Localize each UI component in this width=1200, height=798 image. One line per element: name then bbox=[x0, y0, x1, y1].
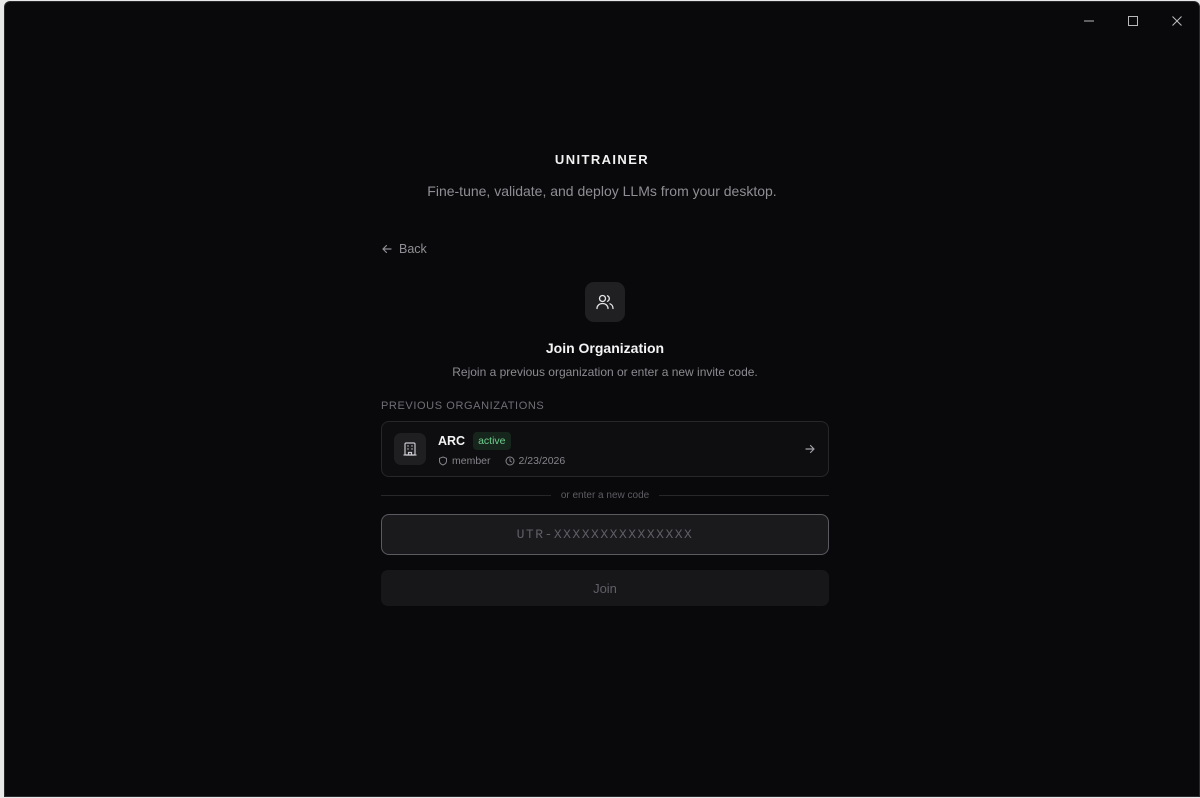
arrow-left-icon bbox=[382, 244, 392, 254]
join-organization-panel: Back Join Organization Rejoin a previous… bbox=[381, 239, 830, 606]
organization-date: 2/23/2026 bbox=[518, 454, 566, 467]
minimize-button[interactable] bbox=[1067, 2, 1111, 40]
page-title: Join Organization bbox=[545, 340, 665, 356]
app-window: UNITRAINER Fine-tune, validate, and depl… bbox=[4, 1, 1200, 797]
building-icon bbox=[394, 433, 426, 465]
close-icon bbox=[1172, 16, 1182, 26]
maximize-icon bbox=[1128, 16, 1138, 26]
clock-icon bbox=[505, 456, 515, 465]
organization-role: member bbox=[452, 454, 491, 467]
join-button[interactable]: Join bbox=[381, 570, 829, 606]
page-description: Rejoin a previous organization or enter … bbox=[452, 365, 758, 379]
maximize-button[interactable] bbox=[1111, 2, 1155, 40]
app-tagline: Fine-tune, validate, and deploy LLMs fro… bbox=[427, 183, 777, 199]
previous-organizations-heading: PREVIOUS ORGANIZATIONS bbox=[381, 400, 545, 412]
organization-name-row: ARC active bbox=[438, 431, 804, 450]
status-badge: active bbox=[473, 431, 511, 450]
arrow-right-icon bbox=[804, 443, 816, 455]
organization-meta: member 2/23/2026 bbox=[438, 455, 804, 467]
back-label: Back bbox=[399, 242, 427, 256]
shield-icon bbox=[439, 455, 447, 466]
minimize-icon bbox=[1084, 20, 1094, 22]
organization-name: ARC bbox=[438, 433, 466, 448]
organization-card-arc[interactable]: ARC active member 2/23/2026 bbox=[381, 421, 829, 477]
back-button[interactable]: Back bbox=[381, 239, 427, 259]
divider-text: or enter a new code bbox=[560, 490, 650, 501]
app-brand: UNITRAINER bbox=[554, 152, 650, 167]
close-button[interactable] bbox=[1155, 2, 1199, 40]
organization-info: ARC active member 2/23/2026 bbox=[438, 431, 804, 467]
users-icon bbox=[585, 282, 625, 322]
window-controls bbox=[1067, 2, 1199, 40]
divider: or enter a new code bbox=[381, 490, 830, 501]
invite-code-input[interactable] bbox=[381, 514, 829, 555]
